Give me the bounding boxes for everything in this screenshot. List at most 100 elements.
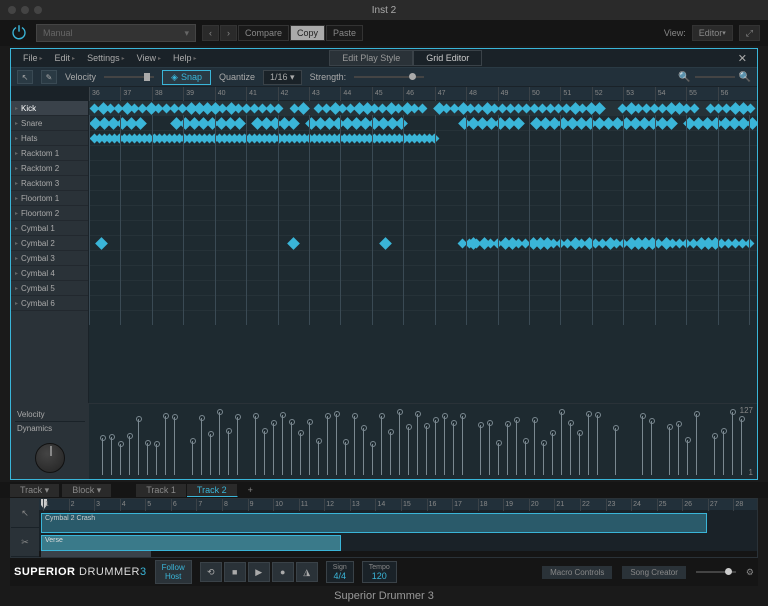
pointer-tool-icon[interactable]: ↖ <box>17 70 33 84</box>
song-creator-button[interactable]: Song Creator <box>622 566 686 579</box>
lane-header[interactable]: ▸Racktom 3 <box>11 176 88 191</box>
dynamics-knob[interactable] <box>35 443 65 473</box>
snap-toggle[interactable]: ◈Snap <box>162 70 211 85</box>
timeline-ruler[interactable]: 1234567891011121314151617181920212223242… <box>39 499 757 511</box>
timeline-scrollbar[interactable] <box>39 551 757 557</box>
copy-button[interactable]: Copy <box>290 25 325 41</box>
close-icon[interactable] <box>8 6 16 14</box>
gear-icon[interactable]: ⚙ <box>746 567 754 578</box>
block-menu[interactable]: Block ▾ <box>62 484 112 497</box>
expand-icon[interactable]: ⤢ <box>739 25 760 41</box>
draw-tool-icon[interactable]: ✎ <box>41 70 57 84</box>
compare-button[interactable]: Compare <box>238 25 289 41</box>
add-track-button[interactable]: + <box>240 484 261 496</box>
menu-view[interactable]: View ▸ <box>131 53 167 63</box>
lane-header[interactable]: ▸Snare <box>11 116 88 131</box>
menu-file[interactable]: File ▸ <box>17 53 49 63</box>
menu-edit[interactable]: Edit ▸ <box>49 53 82 63</box>
prev-preset-button[interactable]: ‹ <box>202 25 219 41</box>
grid-lane[interactable] <box>89 206 757 221</box>
note-grid[interactable]: 3637383940414243444546474849505152535455… <box>89 87 757 403</box>
window-titlebar: Inst 2 <box>0 0 768 20</box>
record-icon[interactable]: ● <box>272 562 294 582</box>
stop-icon[interactable]: ■ <box>224 562 246 582</box>
ruler-tick: 46 <box>403 87 414 101</box>
preset-selector[interactable]: Manual ▾ <box>36 24 196 42</box>
velocity-slider[interactable] <box>104 76 154 78</box>
timeline-tick: 4 <box>120 499 126 511</box>
tab-grid-editor[interactable]: Grid Editor <box>413 50 482 66</box>
plugin-window: File ▸Edit ▸Settings ▸View ▸Help ▸ Edit … <box>10 48 758 480</box>
velocity-lane[interactable]: 127 1 <box>89 404 757 479</box>
grid-lane[interactable] <box>89 116 757 131</box>
time-signature[interactable]: Sign 4/4 <box>326 561 354 583</box>
macro-controls-button[interactable]: Macro Controls <box>542 566 612 579</box>
velocity-label: Velocity <box>65 72 96 82</box>
track-menu[interactable]: Track ▾ <box>10 484 60 497</box>
tempo[interactable]: Tempo 120 <box>362 561 397 583</box>
next-preset-button[interactable]: › <box>220 25 237 41</box>
ruler-tick: 54 <box>655 87 666 101</box>
zoom-slider[interactable] <box>695 76 735 78</box>
volume-slider[interactable] <box>696 571 736 573</box>
window-title: Inst 2 <box>372 5 396 16</box>
strength-slider[interactable] <box>354 76 424 78</box>
zoom-out-icon[interactable]: 🔍 <box>678 72 690 83</box>
grid-lane[interactable] <box>89 101 757 116</box>
bar-ruler[interactable]: 3637383940414243444546474849505152535455… <box>89 87 757 101</box>
grid-lane[interactable] <box>89 191 757 206</box>
power-icon[interactable]: ⏻ <box>8 22 30 44</box>
lane-header[interactable]: ▸Cymbal 5 <box>11 281 88 296</box>
quantize-value[interactable]: 1/16 ▾ <box>263 70 302 85</box>
menu-settings[interactable]: Settings ▸ <box>81 53 131 63</box>
track-tab[interactable]: Track 1 <box>136 484 187 497</box>
timeline-area[interactable]: 1234567891011121314151617181920212223242… <box>39 499 757 557</box>
loop-icon[interactable]: ⟲ <box>200 562 222 582</box>
product-logo: SUPERIOR DRUMMER3 <box>14 566 147 578</box>
lane-header[interactable]: ▸Racktom 2 <box>11 161 88 176</box>
close-icon[interactable]: ✕ <box>734 52 751 65</box>
lane-header[interactable]: ▸Cymbal 3 <box>11 251 88 266</box>
lane-header[interactable]: ▸Floortom 2 <box>11 206 88 221</box>
timeline-tick: 18 <box>478 499 488 511</box>
pointer-tool-icon[interactable]: ↖ <box>11 499 39 528</box>
minimize-icon[interactable] <box>21 6 29 14</box>
grid-lane[interactable] <box>89 146 757 161</box>
lane-header[interactable]: ▸Hats <box>11 131 88 146</box>
chevron-down-icon: ▾ <box>184 28 189 39</box>
lane-header[interactable]: ▸Racktom 1 <box>11 146 88 161</box>
lane-header[interactable]: ▸Cymbal 6 <box>11 296 88 311</box>
lane-header[interactable]: ▸Cymbal 2 <box>11 236 88 251</box>
view-selector[interactable]: Editor ▾ <box>692 25 733 41</box>
grid-lane[interactable] <box>89 296 757 311</box>
metronome-icon[interactable]: ◮ <box>296 562 318 582</box>
grid-lane[interactable] <box>89 266 757 281</box>
timeline-tick: 2 <box>69 499 75 511</box>
grid-lane[interactable] <box>89 251 757 266</box>
track-tab[interactable]: Track 2 <box>187 484 238 497</box>
grid-lane[interactable] <box>89 161 757 176</box>
play-icon[interactable]: ▶ <box>248 562 270 582</box>
paste-button[interactable]: Paste <box>326 25 363 41</box>
lane-header[interactable]: ▸Cymbal 4 <box>11 266 88 281</box>
strength-label: Strength: <box>310 72 347 82</box>
follow-host-button[interactable]: FollowHost <box>155 560 192 584</box>
clip-verse[interactable]: Verse <box>41 535 341 551</box>
shuffle-icon[interactable]: ✂ <box>11 528 39 557</box>
grid-lane[interactable] <box>89 236 757 251</box>
zoom-in-icon[interactable]: 🔍 <box>739 72 751 83</box>
clip-cymbal[interactable]: Cymbal 2 Crash <box>41 513 707 533</box>
window-controls[interactable] <box>8 6 42 14</box>
grid-lane[interactable] <box>89 131 757 146</box>
grid-lane[interactable] <box>89 281 757 296</box>
lane-header[interactable]: ▸Cymbal 1 <box>11 221 88 236</box>
lane-header[interactable]: ▸Floortom 1 <box>11 191 88 206</box>
grid-lane[interactable] <box>89 176 757 191</box>
menu-help[interactable]: Help ▸ <box>167 53 203 63</box>
ruler-tick: 44 <box>340 87 351 101</box>
zoom-icon[interactable] <box>34 6 42 14</box>
tab-edit-play-style[interactable]: Edit Play Style <box>329 50 413 66</box>
lane-header[interactable]: ▸Kick <box>11 101 88 116</box>
grid-lane[interactable] <box>89 221 757 236</box>
timeline-tick: 9 <box>248 499 254 511</box>
